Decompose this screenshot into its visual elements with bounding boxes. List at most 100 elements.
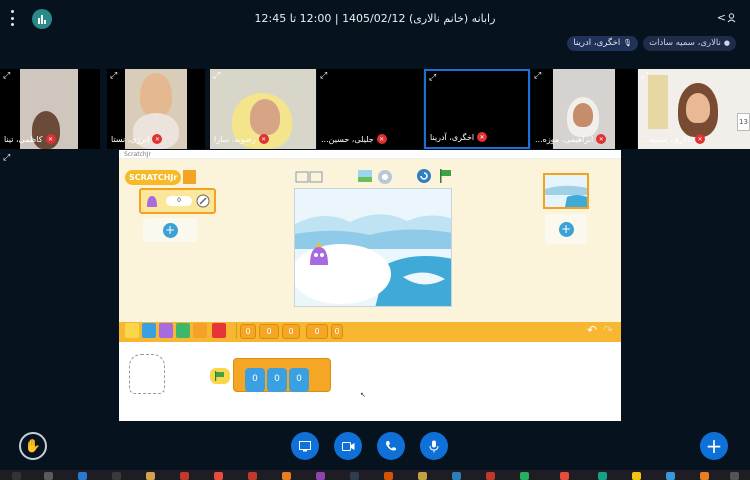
mic-off-icon: ✕ bbox=[258, 134, 269, 144]
taskbar-app-icon[interactable] bbox=[384, 472, 393, 480]
sprite-ghost-icon bbox=[129, 354, 165, 394]
options-menu-icon[interactable] bbox=[9, 10, 15, 26]
control-category-icon[interactable] bbox=[193, 323, 207, 338]
taskbar-app-icon[interactable] bbox=[520, 472, 529, 480]
mouse-cursor-icon: ↖ bbox=[360, 391, 366, 399]
tile-label: ✕ جلیلی، حسین... bbox=[321, 134, 387, 144]
video-tile[interactable]: ⤢ ✕ انرژی، نستا bbox=[107, 69, 205, 149]
add-sprite-button[interactable]: + bbox=[143, 218, 197, 242]
taskbar-app-icon[interactable] bbox=[44, 472, 53, 480]
plus-icon: + bbox=[162, 222, 178, 238]
reset-icon[interactable] bbox=[416, 168, 432, 184]
green-flag-icon[interactable] bbox=[439, 168, 453, 184]
user-list-toggle[interactable]: < bbox=[717, 11, 736, 24]
paint-icon[interactable] bbox=[196, 194, 210, 208]
taskbar-app-icon[interactable] bbox=[632, 472, 641, 480]
taskbar-app-icon[interactable] bbox=[248, 472, 257, 480]
undo-icon[interactable]: ↶ bbox=[587, 323, 597, 337]
taskbar-app-icon[interactable] bbox=[180, 472, 189, 480]
palette-divider bbox=[236, 323, 237, 339]
expand-icon[interactable]: ⤢ bbox=[534, 72, 541, 81]
book-icon[interactable] bbox=[295, 170, 323, 184]
taskbar-app-icon[interactable] bbox=[418, 472, 427, 480]
tile-label: ✕ کاظمی، تینا bbox=[4, 134, 56, 144]
sprite-name-field[interactable]: 0 bbox=[166, 196, 192, 206]
video-tile[interactable]: ⤢ ✕ جلیلی، حسین... bbox=[317, 69, 423, 149]
motion-category-icon[interactable] bbox=[142, 323, 156, 338]
wait-block[interactable]: 0 bbox=[240, 324, 256, 339]
expand-icon[interactable]: ⤢ bbox=[320, 72, 327, 81]
mic-off-icon: ✕ bbox=[695, 134, 706, 144]
repeat-block[interactable]: 0 bbox=[306, 324, 328, 339]
script-area[interactable] bbox=[119, 342, 621, 421]
looks-category-icon[interactable] bbox=[159, 323, 173, 338]
taskbar-app-icon[interactable] bbox=[666, 472, 675, 480]
add-page-button[interactable]: + bbox=[545, 214, 587, 244]
speed-block[interactable]: 0 bbox=[282, 324, 300, 339]
participant-name: نالاری، سمیه... bbox=[642, 134, 693, 144]
taskbar-app-icon[interactable] bbox=[146, 472, 155, 480]
move-left-block[interactable]: 0 bbox=[289, 368, 309, 392]
move-up-block[interactable]: 0 bbox=[267, 368, 287, 392]
mic-off-icon: ✕ bbox=[596, 134, 607, 144]
sound-category-icon[interactable] bbox=[176, 323, 190, 338]
end-category-icon[interactable] bbox=[212, 323, 226, 338]
screen-icon bbox=[299, 440, 311, 451]
share-screen-button[interactable] bbox=[291, 432, 319, 460]
talking-chip[interactable]: 🎙 اخگری، ادرینا bbox=[567, 36, 639, 51]
expand-icon[interactable]: ⤢ bbox=[3, 153, 10, 163]
taskbar-app-icon[interactable] bbox=[700, 472, 709, 480]
screenshare-area[interactable]: ScratchJr SCRATCHJr 0 + + 0 0 0 0 0 ↶ ↷ … bbox=[119, 150, 621, 421]
stop-block[interactable]: 0 bbox=[259, 324, 279, 339]
expand-icon[interactable]: ⤢ bbox=[3, 72, 10, 81]
taskbar-app-icon[interactable] bbox=[730, 472, 739, 480]
text-tool-icon[interactable] bbox=[377, 169, 393, 185]
taskbar-app-icon[interactable] bbox=[112, 472, 121, 480]
taskbar-app-icon[interactable] bbox=[214, 472, 223, 480]
home-icon[interactable] bbox=[183, 170, 196, 184]
sprite-thumbnail[interactable]: 0 bbox=[139, 188, 216, 214]
bbb-logo-icon bbox=[32, 9, 52, 29]
repeat-end-block[interactable]: 0 bbox=[331, 324, 343, 339]
mic-off-icon: ✕ bbox=[376, 134, 387, 144]
video-tile-active[interactable]: ⤢ ✕ اخگری، آدرینا bbox=[424, 69, 530, 149]
taskbar-app-icon[interactable] bbox=[316, 472, 325, 480]
video-tile[interactable]: ⤢ ✕ کاظمی، تینا bbox=[0, 69, 100, 149]
background-icon[interactable] bbox=[357, 169, 373, 184]
video-tile[interactable]: ⤢ ✕ ابراهیمی، موزه... bbox=[531, 69, 637, 149]
redo-icon[interactable]: ↷ bbox=[603, 323, 613, 337]
actions-plus-button[interactable]: + bbox=[700, 432, 728, 460]
taskbar-app-icon[interactable] bbox=[282, 472, 291, 480]
participant-name: کاظمی، تینا bbox=[4, 134, 43, 144]
presenter-chip[interactable]: ● نالاری، سمیه سادات bbox=[643, 36, 736, 51]
character-sprite[interactable] bbox=[307, 241, 331, 267]
taskbar-app-icon[interactable] bbox=[598, 472, 607, 480]
expand-icon[interactable]: ⤢ bbox=[110, 72, 117, 81]
expand-icon[interactable]: ⤢ bbox=[213, 72, 220, 81]
move-right-block[interactable]: 0 bbox=[245, 368, 265, 392]
microphone-button[interactable] bbox=[420, 432, 448, 460]
expand-icon[interactable]: ⤢ bbox=[429, 74, 436, 83]
phone-button[interactable] bbox=[377, 432, 405, 460]
taskbar-app-icon[interactable] bbox=[560, 472, 569, 480]
participant-name: جلیلی، حسین... bbox=[321, 134, 374, 144]
top-bar: رابانه (خانم نالاری) 1405/02/12 | 12:00 … bbox=[0, 0, 750, 36]
page-thumbnail[interactable] bbox=[543, 173, 589, 209]
expand-icon[interactable]: ⤢ bbox=[641, 72, 648, 81]
video-tile[interactable]: ⤢ ✕ رضویه، سارا bbox=[210, 69, 316, 149]
triggers-category-icon[interactable] bbox=[125, 323, 139, 338]
stage[interactable] bbox=[294, 188, 452, 307]
tile-label: ✕ رضویه، سارا bbox=[214, 134, 269, 144]
flag-trigger-block[interactable] bbox=[210, 368, 230, 384]
raise-hand-button[interactable]: ✋ bbox=[19, 432, 47, 460]
scratch-window-header: ScratchJr bbox=[119, 150, 621, 159]
person-icon: ● bbox=[723, 39, 730, 47]
sprite-icon bbox=[147, 196, 157, 207]
taskbar-app-icon[interactable] bbox=[486, 472, 495, 480]
video-tile[interactable]: 13 ⤢ ✕ نالاری، سمیه... bbox=[638, 69, 750, 149]
taskbar-app-icon[interactable] bbox=[350, 472, 359, 480]
taskbar-app-icon[interactable] bbox=[78, 472, 87, 480]
camera-button[interactable] bbox=[334, 432, 362, 460]
taskbar-app-icon[interactable] bbox=[452, 472, 461, 480]
taskbar-app-icon[interactable] bbox=[12, 472, 21, 480]
